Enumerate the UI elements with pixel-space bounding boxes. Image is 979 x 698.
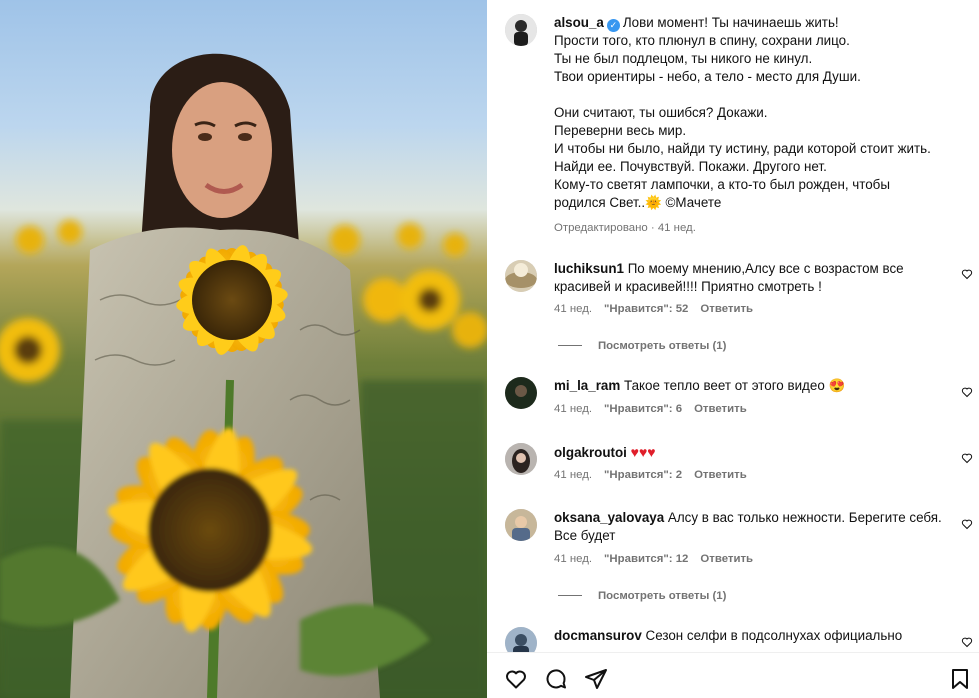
comment-meta: 41 нед. "Нравится": 6 Ответить — [554, 403, 747, 415]
comment-meta: 41 нед. "Нравится": 2 Ответить — [554, 469, 747, 481]
post-side-panel: alsou_a ✓ Лови момент! Ты начинаешь жить! … — [487, 0, 979, 698]
edited-timestamp: Отредактировано · 41 нед. — [554, 222, 696, 234]
verified-badge-icon: ✓ — [606, 19, 620, 32]
heart-icon[interactable] — [504, 667, 528, 691]
comment-likes[interactable]: "Нравится": 12 — [604, 553, 688, 565]
commenter-avatar[interactable] — [505, 509, 537, 541]
comment-like-heart-icon[interactable] — [961, 452, 973, 464]
comment-icon[interactable] — [544, 667, 568, 691]
author-username[interactable]: alsou_a — [554, 15, 604, 30]
caption-line: Ты не был подлецом, ты никого не кинул. — [554, 51, 813, 66]
reply-button[interactable]: Ответить — [700, 303, 753, 315]
commenter-avatar[interactable] — [505, 377, 537, 409]
comment-username[interactable]: mi_la_ram — [554, 378, 620, 393]
view-replies-button[interactable]: Посмотреть ответы (1) — [558, 340, 726, 352]
caption-line: Лови момент! Ты начинаешь жить! — [622, 15, 839, 30]
comment-text: luchiksun1 По моему мнению,Алсу все с во… — [554, 260, 954, 296]
comment-like-heart-icon[interactable] — [961, 636, 973, 648]
share-icon[interactable] — [584, 667, 608, 691]
commenter-avatar[interactable] — [505, 260, 537, 292]
comment-text: oksana_yalovaya Алсу в вас только нежнос… — [554, 509, 954, 545]
comment-age: 41 нед. — [554, 469, 593, 481]
comment-like-heart-icon[interactable] — [961, 386, 973, 398]
sunflower-photo — [0, 53, 487, 698]
comment-meta: 41 нед. "Нравится": 12 Ответить — [554, 553, 753, 565]
caption-line: Прости того, кто плюнул в спину, сохрани… — [554, 33, 850, 48]
post-media[interactable] — [0, 0, 487, 698]
caption-line: Они считают, ты ошибся? Докажи. — [554, 105, 768, 120]
comment-username[interactable]: docmansurov — [554, 628, 642, 643]
author-avatar[interactable] — [505, 14, 537, 46]
comment-body: ♥♥♥ — [630, 444, 656, 460]
comment-age: 41 нед. — [554, 403, 593, 415]
view-replies-button[interactable]: Посмотреть ответы (1) — [558, 590, 726, 602]
comment-username[interactable]: luchiksun1 — [554, 261, 624, 276]
reply-button[interactable]: Ответить — [700, 553, 753, 565]
caption-credit: ©Мачете — [665, 195, 722, 210]
comment-age: 41 нед. — [554, 553, 593, 565]
comment-likes[interactable]: "Нравится": 2 — [604, 469, 682, 481]
post-action-bar — [487, 652, 979, 698]
sun-emoji: 🌞 — [645, 195, 662, 210]
post-caption: alsou_a ✓ Лови момент! Ты начинаешь жить! … — [554, 14, 964, 212]
comment-text: olgakroutoi ♥♥♥ — [554, 443, 954, 462]
comment-meta: 41 нед. "Нравится": 52 Ответить — [554, 303, 753, 315]
comment-likes[interactable]: "Нравится": 6 — [604, 403, 682, 415]
comment-text: mi_la_ram Такое тепло веет от этого виде… — [554, 377, 954, 395]
commenter-avatar[interactable] — [505, 443, 537, 475]
view-replies-label: Посмотреть ответы (1) — [598, 590, 727, 602]
comment-likes[interactable]: "Нравится": 52 — [604, 303, 688, 315]
caption-line: Переверни весь мир. — [554, 123, 687, 138]
comment-age: 41 нед. — [554, 303, 593, 315]
comment-text: docmansurov Сезон селфи в подсолнухах оф… — [554, 627, 954, 645]
view-replies-label: Посмотреть ответы (1) — [598, 340, 727, 352]
comment-like-heart-icon[interactable] — [961, 518, 973, 530]
caption-line: Твои ориентиры - небо, а тело - место дл… — [554, 69, 861, 84]
caption-line: родился Свет.. — [554, 195, 646, 210]
comment-body: Сезон селфи в подсолнухах официально — [645, 628, 903, 643]
caption-line: Кому-то светят лампочки, а кто-то был ро… — [554, 177, 890, 192]
comment-username[interactable]: olgakroutoi — [554, 445, 627, 460]
reply-button[interactable]: Ответить — [694, 403, 747, 415]
bookmark-icon[interactable] — [948, 667, 972, 691]
caption-line: Найди ее. Почувствуй. Покажи. Другого не… — [554, 159, 827, 174]
comment-like-heart-icon[interactable] — [961, 268, 973, 280]
comment-username[interactable]: oksana_yalovaya — [554, 510, 664, 525]
reply-button[interactable]: Ответить — [694, 469, 747, 481]
caption-line: И чтобы ни было, найди ту истину, ради к… — [554, 141, 931, 156]
comment-body: Такое тепло веет от этого видео 😍 — [624, 378, 846, 393]
